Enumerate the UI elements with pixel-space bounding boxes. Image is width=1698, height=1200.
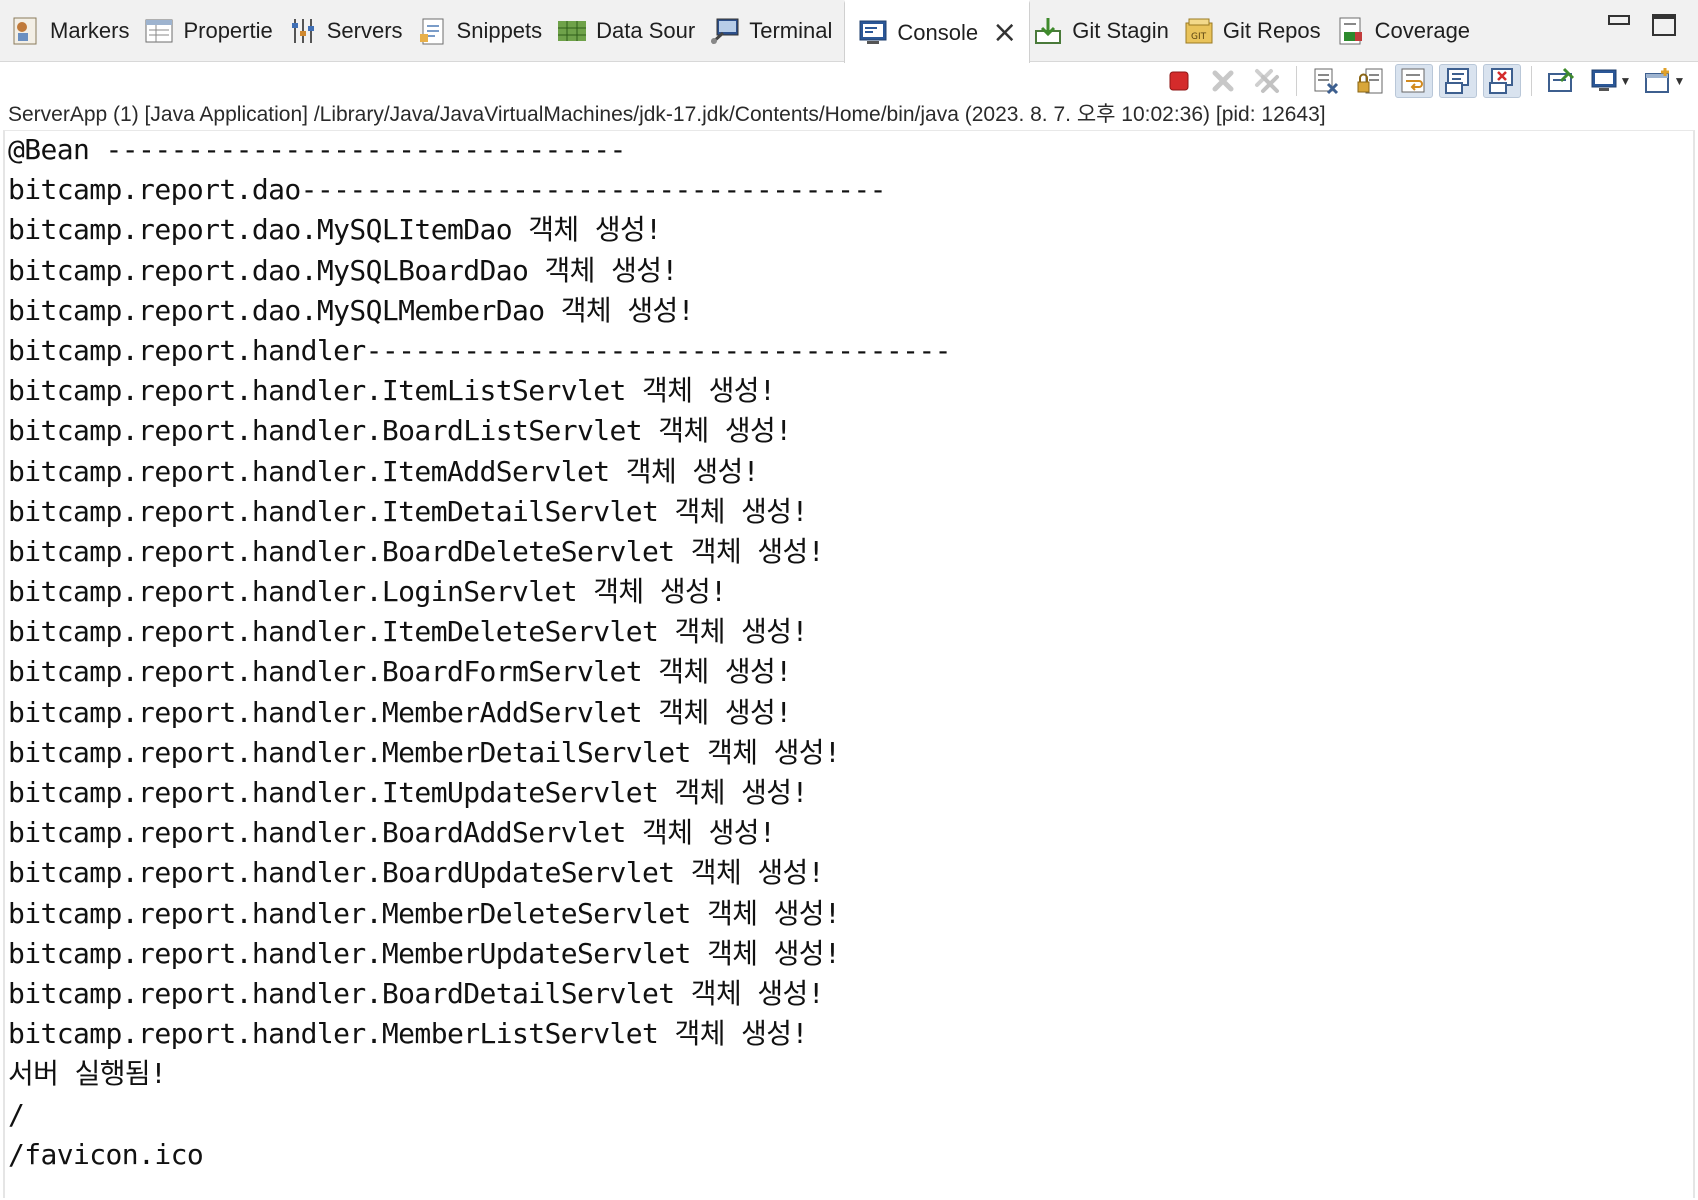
console-line: bitcamp.report.handler.MemberListServlet… (8, 1017, 808, 1051)
console-line: / (8, 1097, 25, 1131)
tab-git-repos[interactable]: GIT Git Repos (1181, 0, 1333, 62)
remove-launch-icon (1212, 70, 1234, 92)
tab-console[interactable]: Console × (844, 0, 1031, 63)
tab-terminal[interactable]: Terminal (707, 0, 844, 62)
show-on-stderr-button[interactable] (1483, 64, 1521, 98)
console-line: bitcamp.report.handler.ItemDetailServlet… (8, 494, 808, 528)
console-line: bitcamp.report.handler------------------… (8, 333, 952, 367)
git-staging-icon (1032, 15, 1064, 47)
terminate-icon (1169, 71, 1189, 91)
chevron-down-icon: ▼ (1673, 74, 1686, 88)
pin-console-icon (1548, 67, 1575, 92)
toolbar-separator (1531, 66, 1532, 96)
console-line: bitcamp.report.handler.BoardDetailServle… (8, 976, 825, 1010)
tab-label: Propertie (183, 17, 273, 43)
console-process-description: ServerApp (1) [Java Application] /Librar… (8, 103, 1326, 126)
console-icon (857, 17, 889, 49)
tab-label: Terminal (749, 17, 833, 43)
tab-label: Data Sour (596, 17, 696, 43)
clear-console-icon (1314, 68, 1339, 95)
servers-icon (287, 15, 319, 47)
remove-launch-button[interactable] (1204, 64, 1242, 98)
remove-all-launches-icon (1255, 69, 1279, 93)
tab-label: Snippets (456, 17, 543, 43)
console-line: bitcamp.report.handler.BoardDeleteServle… (8, 534, 825, 568)
show-on-stdout-icon (1445, 68, 1469, 94)
console-line: 서버 실행됨! (8, 1057, 167, 1091)
console-line: bitcamp.report.handler.MemberDeleteServl… (8, 896, 841, 930)
console-line: bitcamp.report.handler.BoardUpdateServle… (8, 856, 825, 890)
console-line: @Bean -------------------------------- (8, 133, 626, 166)
console-line: bitcamp.report.handler.ItemListServlet 객… (8, 374, 776, 408)
minimize-icon[interactable] (1608, 15, 1630, 25)
terminate-button[interactable] (1160, 64, 1198, 98)
tab-label: Markers (50, 17, 130, 43)
console-line: bitcamp.report.handler.BoardFormServlet … (8, 655, 792, 689)
open-console-button[interactable]: ▼ (1640, 64, 1688, 98)
console-line: bitcamp.report.handler.MemberAddServlet … (8, 695, 792, 729)
console-line: bitcamp.report.handler.LoginServlet 객체 생… (8, 575, 727, 609)
tab-servers[interactable]: Servers (285, 0, 415, 62)
console-line: bitcamp.report.handler.BoardListServlet … (8, 414, 792, 448)
console-output[interactable]: @Bean -------------------------------- bi… (8, 130, 1688, 1195)
chevron-down-icon: ▼ (1619, 74, 1632, 88)
view-tab-bar: Markers Propertie Servers Snippets Data … (0, 0, 1698, 63)
view-window-controls (1608, 14, 1676, 36)
console-line: /favicon.ico (8, 1137, 204, 1171)
toolbar-separator (1296, 66, 1297, 96)
tab-properties[interactable]: Propertie (141, 0, 284, 62)
tab-snippets[interactable]: Snippets (415, 0, 555, 62)
display-selected-console-button[interactable]: ▼ (1586, 64, 1634, 98)
console-line: bitcamp.report.dao.MySQLItemDao 객체 생성! (8, 213, 662, 247)
open-console-icon (1644, 68, 1669, 93)
snippets-icon (417, 15, 449, 47)
tab-git-staging[interactable]: Git Stagin (1030, 0, 1181, 62)
console-line: bitcamp.report.dao----------------------… (8, 173, 887, 207)
console-line: bitcamp.report.handler.ItemAddServlet 객체… (8, 454, 760, 488)
show-on-stderr-icon (1489, 68, 1513, 94)
close-tab-icon[interactable]: × (992, 17, 1017, 48)
tab-data-source[interactable]: Data Sour (554, 0, 707, 62)
scroll-lock-button[interactable] (1351, 64, 1389, 98)
console-line: bitcamp.report.handler.ItemUpdateServlet… (8, 776, 808, 809)
console-line: bitcamp.report.handler.MemberDetailServl… (8, 735, 841, 769)
pin-console-button[interactable] (1542, 64, 1580, 98)
coverage-icon (1335, 15, 1367, 47)
properties-icon (143, 15, 175, 47)
tab-coverage[interactable]: Coverage (1333, 0, 1482, 62)
tab-label: Servers (326, 17, 403, 43)
console-line: bitcamp.report.dao.MySQLBoardDao 객체 생성! (8, 253, 678, 287)
console-toolbar: ▼ ▼ (0, 62, 1698, 100)
show-on-stdout-button[interactable] (1439, 64, 1477, 98)
display-selected-console-icon (1591, 69, 1617, 91)
svg-text:GIT: GIT (1191, 32, 1207, 42)
word-wrap-button[interactable] (1395, 64, 1433, 98)
scroll-lock-icon (1357, 68, 1383, 94)
console-line: bitcamp.report.handler.MemberUpdateServl… (8, 936, 841, 970)
clear-console-button[interactable] (1307, 64, 1345, 98)
console-line: bitcamp.report.handler.BoardAddServlet 객… (8, 816, 776, 850)
console-line: bitcamp.report.dao.MySQLMemberDao 객체 생성! (8, 293, 695, 327)
maximize-icon[interactable] (1652, 14, 1676, 36)
tab-label: Git Stagin (1072, 17, 1169, 43)
console-line: bitcamp.report.handler.ItemDeleteServlet… (8, 615, 808, 649)
tab-markers[interactable]: Markers (8, 0, 141, 62)
markers-icon (10, 15, 42, 47)
remove-all-launches-button[interactable] (1248, 64, 1286, 98)
data-source-icon (556, 15, 588, 47)
git-repos-icon: GIT (1183, 15, 1215, 47)
terminal-icon (709, 15, 741, 47)
word-wrap-icon (1401, 68, 1425, 93)
tab-label: Git Repos (1222, 17, 1321, 43)
tab-label: Console (897, 19, 979, 45)
tab-label: Coverage (1374, 17, 1471, 43)
